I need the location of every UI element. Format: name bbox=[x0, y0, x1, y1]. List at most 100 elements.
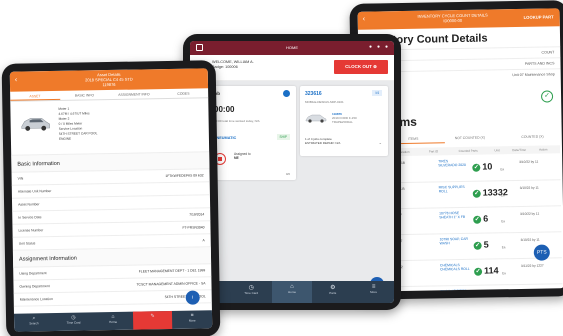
check-circle-icon[interactable]: ✓ bbox=[540, 90, 554, 103]
job-timer: 00:00 bbox=[214, 105, 235, 114]
tab-asset[interactable]: ASSET bbox=[10, 90, 60, 101]
inventory-tabs: ITEMS NOT COUNTED (X) COUNTED (X) bbox=[389, 134, 562, 145]
tab-not-counted[interactable]: NOT COUNTED (X) bbox=[455, 136, 485, 141]
home-body: Job 00:00 00:00 total time worked today,… bbox=[190, 81, 394, 291]
asset-meta: Meter 1 4.67M / 4.67/UT Miles Meter 2 0 … bbox=[58, 106, 97, 142]
table-row[interactable]: 15 B MISC SUPPLIES ROLL ✓ 13332 Ea 3/10/22 by… bbox=[390, 180, 561, 210]
detail-label: Asset Number bbox=[18, 202, 40, 207]
nav-item-more[interactable]: ≡ More bbox=[172, 310, 212, 329]
nav-item-parts[interactable]: ⚙ Parts bbox=[312, 281, 353, 303]
unit: Ea bbox=[500, 167, 505, 172]
vehicle-image bbox=[21, 117, 50, 131]
check-icon: ✓ bbox=[473, 215, 482, 224]
date-time: 3/10/22 by 11 bbox=[520, 237, 540, 242]
date-time: 3/10/22 by 11 bbox=[520, 211, 540, 216]
engine-label: ENGINE bbox=[58, 136, 72, 141]
ship-badge: SHIP bbox=[276, 134, 290, 140]
detail-value: TCSCT MANAGEMENT ADMIN OFFICE - SA bbox=[136, 281, 206, 287]
detail-label: Alternate Unit Number bbox=[17, 189, 52, 194]
wrench-icon: ✎ bbox=[150, 313, 155, 320]
part-link[interactable]: MISC SUPPLIES ROLL bbox=[439, 185, 469, 194]
counted-qty: ✓ 114 bbox=[474, 265, 499, 276]
part-link[interactable]: CHEMICALS CHEMICALS ROLL bbox=[440, 263, 470, 272]
check-icon: ✓ bbox=[472, 189, 481, 198]
counted-qty: ✓ 5 bbox=[473, 239, 489, 250]
detail-label: Maintenance Location bbox=[19, 297, 53, 302]
detail-label: Owning Department bbox=[19, 284, 50, 289]
bottom-nav: ⌕ Search ◷ Time Card ⌂ Home ✎ ≡ More bbox=[13, 310, 213, 332]
check-icon: ✓ bbox=[472, 163, 481, 172]
detail-label: Using Department bbox=[19, 271, 47, 276]
lookup-part-button[interactable]: LOOKUP PART bbox=[524, 14, 554, 20]
work-order-line: MOBILE-DESIGN-SDP-0101 bbox=[305, 100, 344, 104]
logout-icon[interactable]: ● bbox=[385, 44, 388, 50]
date-time: 7/6/21 by 00004395 bbox=[521, 289, 550, 292]
job-count: 0/0 bbox=[285, 172, 290, 176]
inventory-header: ‹ INVENTORY CYCLE COUNT DETAILS ID0000-0… bbox=[357, 8, 560, 30]
vehicle-image bbox=[305, 114, 327, 123]
complete-line-2: ESTIMATED REPAIR: N/A bbox=[305, 141, 341, 145]
detail-value: FT-PRSN3040 bbox=[182, 225, 205, 230]
home-title: HOME bbox=[286, 45, 298, 50]
nav-item-time-card[interactable]: ◷ Time Card bbox=[54, 312, 94, 331]
nav-item-more[interactable]: ≡ More bbox=[353, 281, 394, 303]
nav-item-tools[interactable]: ✎ bbox=[132, 310, 173, 330]
detail-label: In Service Date bbox=[18, 215, 42, 220]
bottom-nav: ⌕ ◷Time Card ⌂Home ⚙Parts ≡More bbox=[190, 281, 394, 303]
work-order-card[interactable]: 323616 I/4 MOBILE-DESIGN-SDP-0101 119876… bbox=[300, 86, 388, 156]
detail-value: A bbox=[202, 238, 205, 243]
asset-tablet: ‹ Asset Details 2018 SPECIAL C4 45 STD 1… bbox=[1, 60, 221, 336]
table-row[interactable]: 0018TIRES SILVERADO 2020✓10Ea3/10/22 by … bbox=[390, 154, 561, 184]
back-arrow-icon[interactable]: ‹ bbox=[15, 77, 17, 84]
tab-items[interactable]: ITEMS bbox=[408, 137, 418, 141]
detail-row: Maintenance Location54TH STREET CAR POOL bbox=[13, 290, 212, 307]
work-order-id: 323616 bbox=[305, 91, 322, 97]
unit: Ea bbox=[501, 219, 505, 224]
part-link[interactable]: RIVNAGE TIRES REPLACEMENT BOLT bbox=[440, 289, 470, 292]
table-row[interactable]: 22CHEMICALS CHEMICALS ROLL✓114Ea3/11/22 … bbox=[391, 258, 563, 288]
job-card[interactable]: Job 00:00 00:00 total time worked today,… bbox=[204, 86, 296, 180]
nav-item-time-card[interactable]: ◷ Time Card bbox=[231, 281, 272, 303]
nav-item-home[interactable]: ⌂ Home bbox=[93, 312, 133, 331]
assigned-value: ME bbox=[234, 156, 239, 161]
nav-item-search[interactable]: ⌕ Search bbox=[14, 313, 54, 332]
clock-screen: HOME ● ● ● WELCOME, WILLIAM A. Badge: 10… bbox=[190, 41, 394, 303]
tab-basic-info[interactable]: BASIC INFO bbox=[60, 90, 110, 100]
check-icon: ✓ bbox=[473, 241, 482, 250]
unit: Ea bbox=[502, 271, 506, 276]
date-time: 3/10/22 by 11 bbox=[519, 159, 539, 164]
user-badge: Badge: 100006 bbox=[212, 65, 238, 69]
tab-assignment-info[interactable]: ASSIGNMENT INFO bbox=[109, 89, 159, 99]
gear-icon[interactable]: ● bbox=[377, 44, 380, 50]
user-bar: WELCOME, WILLIAM A. Badge: 100006 CLOCK … bbox=[190, 55, 394, 81]
table-row[interactable]: 1710778 HOSE SHEATH 1" X FB✓6Ea3/10/22 b… bbox=[391, 206, 562, 236]
detail-label: Unit Status bbox=[18, 241, 36, 246]
clock-icon bbox=[283, 90, 290, 97]
chevron-down-icon[interactable]: ⌄ bbox=[379, 140, 382, 145]
detail-value: 1FTKWFEDEPK5 09 632 bbox=[165, 173, 204, 179]
check-icon: ✓ bbox=[474, 267, 483, 276]
asset-header-line-3: 119876 bbox=[102, 81, 116, 87]
unit: Ea bbox=[501, 245, 506, 250]
back-arrow-icon[interactable]: ‹ bbox=[363, 16, 365, 23]
detail-value: 7/19/2014 bbox=[189, 212, 205, 217]
part-link[interactable]: 10790 SOAP, CAR WASH bbox=[440, 237, 470, 246]
tab-counted[interactable]: COUNTED (X) bbox=[521, 135, 543, 139]
job-type: PNEUMATIC bbox=[214, 136, 237, 140]
timer-sub: 00:00 total time worked today, N/A bbox=[214, 119, 260, 123]
nav-item-home[interactable]: ⌂ Home bbox=[271, 281, 313, 303]
counted-qty: ✓ 10 bbox=[472, 161, 493, 172]
asset-summary: Meter 1 4.67M / 4.67/UT Miles Meter 2 0 … bbox=[10, 98, 210, 156]
part-link[interactable]: TIRES SILVERADO 2020 bbox=[438, 159, 468, 168]
clock-out-button[interactable]: CLOCK OUT ⊗ bbox=[334, 60, 388, 74]
counted-qty: ✓ 6 bbox=[473, 213, 489, 224]
date-time: 3/11/22 by 1227 bbox=[520, 263, 544, 268]
detail-label: License Number bbox=[18, 228, 44, 233]
asset-screen: ‹ Asset Details 2018 SPECIAL C4 45 STD 1… bbox=[9, 68, 213, 332]
time-card-icon: ◷ bbox=[248, 285, 254, 291]
detail-value: FLEET MANAGEMENT DEPT - 1 DE1 1999 bbox=[138, 268, 206, 274]
part-link[interactable]: 10778 HOSE SHEATH 1" X FB bbox=[439, 211, 469, 220]
tab-codes[interactable]: CODES bbox=[159, 88, 209, 98]
date-time: 3/10/22 by 11 bbox=[519, 185, 539, 190]
bell-icon[interactable]: ● bbox=[369, 44, 372, 50]
